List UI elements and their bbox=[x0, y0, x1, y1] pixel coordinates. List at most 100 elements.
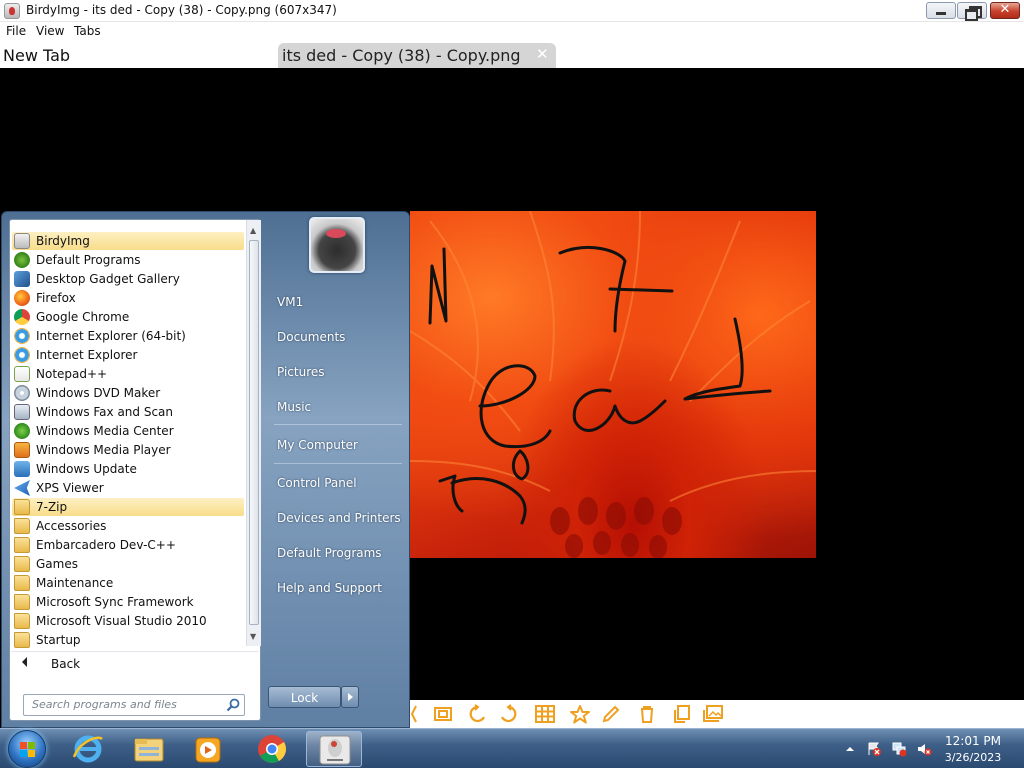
volume-muted-icon[interactable] bbox=[916, 741, 932, 757]
birdyimg-icon bbox=[319, 735, 351, 765]
program-item[interactable]: BirdyImg bbox=[12, 232, 244, 250]
scroll-down-arrow-icon[interactable]: ▼ bbox=[250, 632, 258, 641]
windows-explorer-icon[interactable] bbox=[121, 731, 177, 767]
network-icon[interactable] bbox=[891, 741, 907, 757]
rotate-left-icon[interactable] bbox=[467, 704, 489, 724]
search-programs-input[interactable]: Search programs and files bbox=[23, 694, 245, 716]
show-hidden-icons-icon[interactable] bbox=[844, 743, 856, 755]
program-item[interactable]: Google Chrome bbox=[12, 308, 244, 326]
media-center-icon bbox=[14, 423, 30, 439]
start-button[interactable] bbox=[8, 730, 46, 768]
divider bbox=[274, 424, 402, 425]
scroll-up-arrow-icon[interactable]: ▲ bbox=[250, 226, 258, 235]
clock-date[interactable]: 3/26/2023 bbox=[940, 751, 1006, 764]
program-item[interactable]: Games bbox=[12, 555, 244, 573]
media-player-icon[interactable] bbox=[180, 731, 236, 767]
shutdown-options-arrow-icon[interactable] bbox=[341, 686, 359, 708]
chrome-icon[interactable] bbox=[244, 731, 300, 767]
user-avatar[interactable] bbox=[309, 217, 365, 273]
program-item[interactable]: Firefox bbox=[12, 289, 244, 307]
program-item[interactable]: Windows Media Player bbox=[12, 441, 244, 459]
minimize-button[interactable] bbox=[926, 2, 956, 19]
program-item[interactable]: Desktop Gadget Gallery bbox=[12, 270, 244, 288]
program-item[interactable]: Embarcadero Dev-C++ bbox=[12, 536, 244, 554]
program-item[interactable]: Accessories bbox=[12, 517, 244, 535]
start-link-devices-and-printers[interactable]: Devices and Printers bbox=[277, 511, 401, 525]
program-item[interactable]: Notepad++ bbox=[12, 365, 244, 383]
tab-bar: New Tab its ded - Copy (38) - Copy.png ✕ bbox=[0, 42, 1024, 68]
lock-button[interactable]: Lock bbox=[268, 686, 341, 708]
menu-bar: File View Tabs bbox=[0, 22, 1024, 42]
fit-icon[interactable] bbox=[432, 704, 454, 724]
program-label: Windows Media Player bbox=[36, 443, 171, 457]
program-item[interactable]: Internet Explorer bbox=[12, 346, 244, 364]
restore-button[interactable] bbox=[957, 2, 987, 21]
program-label: Internet Explorer (64-bit) bbox=[36, 329, 186, 343]
tab-new-tab[interactable]: New Tab bbox=[3, 46, 70, 65]
internet-explorer-icon[interactable] bbox=[60, 731, 116, 767]
tab-close-icon[interactable]: ✕ bbox=[536, 45, 549, 63]
folder-icon bbox=[14, 632, 30, 648]
start-link-my-computer[interactable]: My Computer bbox=[277, 438, 358, 452]
ie-icon bbox=[14, 328, 30, 344]
start-link-documents[interactable]: Documents bbox=[277, 330, 345, 344]
start-link-pictures[interactable]: Pictures bbox=[277, 365, 325, 379]
clock-time[interactable]: 12:01 PM bbox=[944, 734, 1002, 748]
program-label: 7-Zip bbox=[36, 500, 68, 514]
program-label: Games bbox=[36, 557, 78, 571]
program-item[interactable]: Maintenance bbox=[12, 574, 244, 592]
action-center-icon[interactable] bbox=[866, 741, 882, 757]
program-item[interactable]: Startup bbox=[12, 631, 244, 649]
program-item[interactable]: Windows DVD Maker bbox=[12, 384, 244, 402]
start-link-help-and-support[interactable]: Help and Support bbox=[277, 581, 382, 595]
tab-active-image[interactable]: its ded - Copy (38) - Copy.png ✕ bbox=[278, 43, 556, 68]
birdyimg-app-icon[interactable] bbox=[4, 3, 20, 19]
start-link-music[interactable]: Music bbox=[277, 400, 311, 414]
search-icon[interactable] bbox=[226, 698, 240, 712]
program-item[interactable]: Microsoft Visual Studio 2010 bbox=[12, 612, 244, 630]
rotate-right-icon[interactable] bbox=[497, 704, 519, 724]
program-item[interactable]: Default Programs bbox=[12, 251, 244, 269]
folder-icon bbox=[14, 556, 30, 572]
program-label: Desktop Gadget Gallery bbox=[36, 272, 180, 286]
window-titlebar[interactable]: BirdyImg - its ded - Copy (38) - Copy.pn… bbox=[0, 0, 1024, 22]
program-item[interactable]: 7-Zip bbox=[12, 498, 244, 516]
menu-file[interactable]: File bbox=[6, 24, 26, 38]
birdyimg-icon bbox=[14, 233, 30, 249]
back-button[interactable]: Back bbox=[11, 651, 259, 675]
scroll-thumb[interactable] bbox=[249, 240, 259, 625]
lock-label: Lock bbox=[290, 691, 319, 705]
program-list-scrollbar[interactable]: ▲ ▼ bbox=[246, 220, 261, 646]
program-label: Notepad++ bbox=[36, 367, 108, 381]
program-item[interactable]: Windows Fax and Scan bbox=[12, 403, 244, 421]
program-label: Microsoft Visual Studio 2010 bbox=[36, 614, 207, 628]
program-item[interactable]: Windows Media Center bbox=[12, 422, 244, 440]
gallery-icon[interactable] bbox=[702, 704, 724, 724]
close-button[interactable]: ✕ bbox=[990, 2, 1020, 19]
back-label: Back bbox=[51, 657, 81, 671]
pan-icon[interactable] bbox=[410, 704, 432, 724]
program-item[interactable]: Internet Explorer (64-bit) bbox=[12, 327, 244, 345]
program-item[interactable]: Microsoft Sync Framework bbox=[12, 593, 244, 611]
start-link-default-programs[interactable]: Default Programs bbox=[277, 546, 382, 560]
menu-view[interactable]: View bbox=[36, 24, 64, 38]
birdyimg-taskbar-button[interactable] bbox=[306, 731, 362, 767]
taskbar: 12:01 PM 3/26/2023 bbox=[0, 728, 1024, 768]
delete-icon[interactable] bbox=[636, 704, 658, 724]
start-link-vm1[interactable]: VM1 bbox=[277, 295, 303, 309]
tab-label: its ded - Copy (38) - Copy.png bbox=[282, 46, 521, 65]
program-item[interactable]: Windows Update bbox=[12, 460, 244, 478]
grid-icon[interactable] bbox=[534, 704, 556, 724]
start-menu: BirdyImg Default Programs Desktop Gadget G… bbox=[1, 211, 410, 728]
program-label: Maintenance bbox=[36, 576, 114, 590]
edit-icon[interactable] bbox=[600, 704, 622, 724]
update-icon bbox=[14, 461, 30, 477]
star-icon[interactable] bbox=[569, 704, 591, 724]
program-list: BirdyImg Default Programs Desktop Gadget G… bbox=[10, 220, 246, 649]
program-item[interactable]: XPS Viewer bbox=[12, 479, 244, 497]
start-link-control-panel[interactable]: Control Panel bbox=[277, 476, 357, 490]
program-label: Windows Update bbox=[36, 462, 137, 476]
folder-icon bbox=[14, 499, 30, 515]
copy-icon[interactable] bbox=[671, 704, 693, 724]
menu-tabs[interactable]: Tabs bbox=[74, 24, 101, 38]
